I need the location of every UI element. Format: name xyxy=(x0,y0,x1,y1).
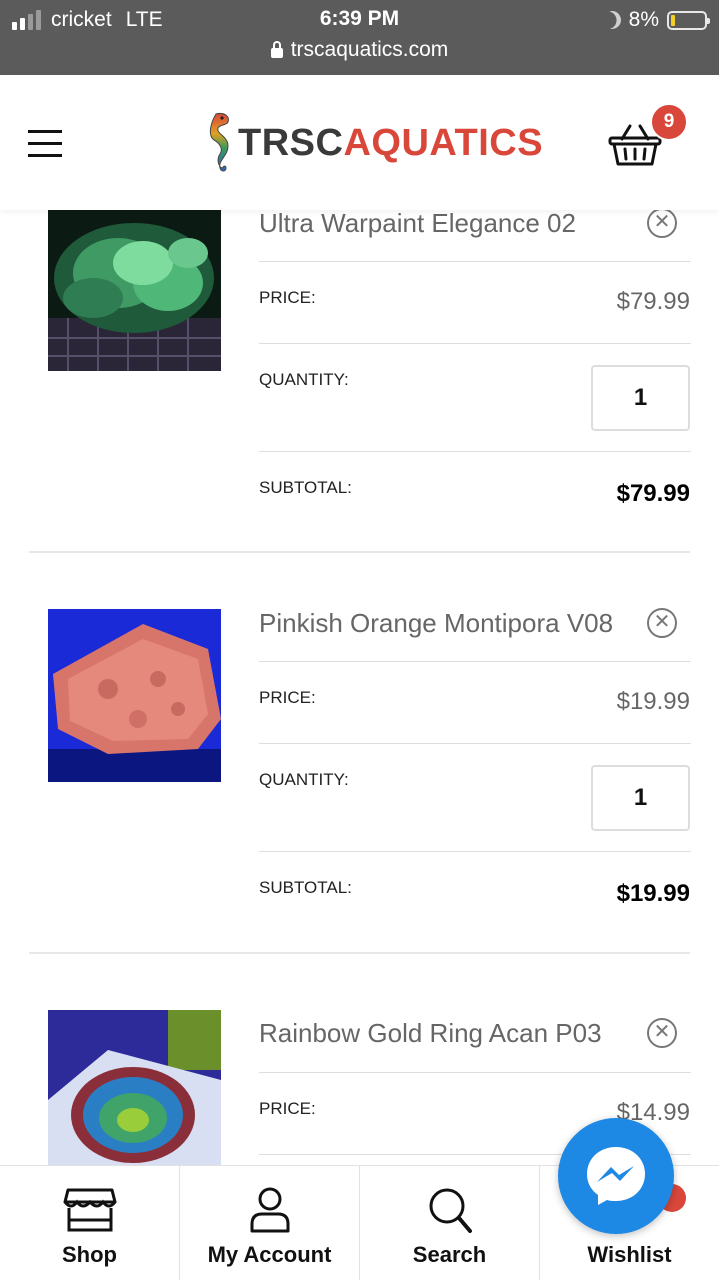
subtotal-value: $19.99 xyxy=(616,880,690,907)
divider xyxy=(259,261,691,262)
price-label: PRICE: xyxy=(259,1099,316,1118)
cart-count-badge[interactable]: 9 xyxy=(650,103,688,141)
messenger-chat-button[interactable] xyxy=(558,1118,674,1234)
site-logo[interactable]: TRSCAQUATICS xyxy=(206,108,543,178)
quantity-label: QUANTITY: xyxy=(259,370,349,389)
status-bar: cricket LTE 6:39 PM 8% trscaquatics.com xyxy=(0,0,719,75)
price-value: $19.99 xyxy=(616,688,690,715)
seahorse-logo-icon xyxy=(209,113,229,172)
product-image[interactable] xyxy=(48,210,221,371)
nav-my-account[interactable]: My Account xyxy=(180,1166,360,1280)
subtotal-label: SUBTOTAL: xyxy=(259,478,352,497)
nav-wishlist-label: Wishlist xyxy=(587,1242,672,1267)
divider xyxy=(259,1072,691,1073)
cart-list: Ultra Warpaint Elegance 02 ✕ PRICE: $79.… xyxy=(0,210,719,1165)
storefront-icon xyxy=(63,1188,116,1232)
cart-item: Ultra Warpaint Elegance 02 ✕ PRICE: $79.… xyxy=(0,210,719,580)
nav-my-account-label: My Account xyxy=(207,1242,332,1267)
battery-percent: 8% xyxy=(628,8,659,31)
divider xyxy=(259,661,691,662)
remove-item-icon[interactable]: ✕ xyxy=(647,1018,677,1048)
status-right: 8% xyxy=(603,8,710,32)
subtotal-label: SUBTOTAL: xyxy=(259,878,352,897)
divider xyxy=(259,451,691,452)
nav-shop[interactable]: Shop xyxy=(0,1166,180,1280)
price-label: PRICE: xyxy=(259,688,316,707)
url-text: trscaquatics.com xyxy=(290,38,449,61)
logo-wordmark: TRSCAQUATICS xyxy=(238,121,544,164)
nav-shop-label: Shop xyxy=(62,1242,117,1267)
price-label: PRICE: xyxy=(259,288,316,307)
screen: cricket LTE 6:39 PM 8% trscaquatics.com xyxy=(0,0,719,1280)
cart-item: Pinkish Orange Montipora V08 ✕ PRICE: $1… xyxy=(0,600,719,980)
divider xyxy=(259,343,691,344)
search-icon xyxy=(429,1188,472,1233)
product-name[interactable]: Rainbow Gold Ring Acan P03 xyxy=(259,1018,602,1049)
subtotal-value: $79.99 xyxy=(616,480,690,507)
battery-icon xyxy=(667,10,710,30)
quantity-input[interactable]: 1 xyxy=(591,365,690,431)
messenger-icon xyxy=(587,1147,645,1205)
item-separator xyxy=(29,952,690,954)
product-name[interactable]: Ultra Warpaint Elegance 02 xyxy=(259,210,576,239)
product-name[interactable]: Pinkish Orange Montipora V08 xyxy=(259,608,613,639)
quantity-label: QUANTITY: xyxy=(259,770,349,789)
remove-item-icon[interactable]: ✕ xyxy=(647,210,677,238)
divider xyxy=(259,743,691,744)
price-value: $79.99 xyxy=(616,288,690,315)
remove-item-icon[interactable]: ✕ xyxy=(647,608,677,638)
item-separator xyxy=(29,551,690,553)
menu-icon[interactable] xyxy=(28,130,62,158)
nav-search-label: Search xyxy=(412,1242,487,1267)
url-bar[interactable]: trscaquatics.com xyxy=(0,38,719,62)
product-image[interactable] xyxy=(48,1010,221,1165)
nav-search[interactable]: Search xyxy=(360,1166,540,1280)
lock-icon xyxy=(270,41,283,58)
quantity-input[interactable]: 1 xyxy=(591,765,690,831)
product-image[interactable] xyxy=(48,609,221,782)
user-icon xyxy=(250,1187,289,1233)
do-not-disturb-icon xyxy=(599,8,624,33)
divider xyxy=(259,851,691,852)
site-header: TRSCAQUATICS 9 xyxy=(0,75,719,210)
